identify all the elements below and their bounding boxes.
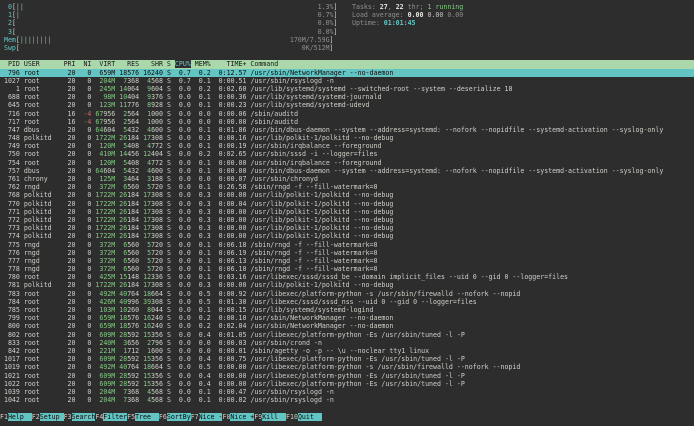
- fn-label-search[interactable]: Search: [72, 413, 96, 421]
- meter-column: 0[|| 1.3%] 1[| 0.7%] 2[: [0, 3, 338, 52]
- cpu-meter-2: 2[ 0.0%]: [0, 19, 338, 27]
- fn-label-nice-[interactable]: Nice -: [199, 413, 223, 421]
- tasks-count: 27: [380, 3, 388, 11]
- summary-column: Tasks: 27, 22 thr; 1 running Load averag…: [352, 3, 463, 28]
- process-row[interactable]: 785 root 20 0 103M 10260 8044 S 0.0 0.1 …: [0, 306, 694, 314]
- process-row[interactable]: 762 rngd 20 0 372M 6560 5720 S 0.0 0.1 0…: [0, 183, 694, 191]
- column-header-ni[interactable]: NI: [79, 60, 91, 68]
- fn-key-f3[interactable]: F3: [64, 413, 72, 421]
- fn-key-f9[interactable]: F9: [254, 413, 262, 421]
- process-row[interactable]: 802 root 20 0 609M 28592 15356 S 0.0 0.4…: [0, 331, 694, 339]
- process-row[interactable]: 783 root 20 0 492M 40764 18664 S 0.0 0.5…: [0, 290, 694, 298]
- fn-key-f1[interactable]: F1: [0, 413, 8, 421]
- process-row[interactable]: 717 root 16 -4 67956 2564 1000 S 0.0 0.0…: [0, 118, 694, 126]
- process-row[interactable]: 780 root 20 0 425M 15148 12336 S 0.0 0.1…: [0, 273, 694, 281]
- process-row[interactable]: 748 polkitd 20 0 1722M 26184 17308 S 0.0…: [0, 134, 694, 142]
- memory-meter: Mem[|||||||| 170M/7.59G]: [0, 36, 338, 44]
- process-row[interactable]: 842 root 20 0 221M 1712 1600 S 0.0 0.0 0…: [0, 347, 694, 355]
- fn-label-sortby[interactable]: SortBy: [167, 413, 191, 421]
- process-row[interactable]: 1017 root 20 0 609M 28592 15356 S 0.0 0.…: [0, 355, 694, 363]
- process-row[interactable]: 771 polkitd 20 0 1722M 26184 17308 S 0.0…: [0, 208, 694, 216]
- function-key-bar: F1Help F2Setup F3SearchF4FilterF5Tree F6…: [0, 413, 322, 421]
- swap-meter: Swp[ 0K/512M]: [0, 44, 338, 52]
- process-row[interactable]: 749 root 20 0 120M 5408 4772 S 0.0 0.1 0…: [0, 142, 694, 150]
- fn-label-nice+[interactable]: Nice +: [230, 413, 254, 421]
- process-row[interactable]: 1039 root 20 0 204M 7368 4568 S 0.0 0.1 …: [0, 388, 694, 396]
- uptime: Uptime: 01:01:45: [352, 19, 463, 27]
- process-row[interactable]: 1019 root 20 0 492M 40764 18664 S 0.0 0.…: [0, 363, 694, 371]
- fn-label-quit[interactable]: Quit: [298, 413, 322, 421]
- column-header-user[interactable]: USER: [24, 60, 60, 68]
- fn-label-help[interactable]: Help: [8, 413, 32, 421]
- column-header-cpu[interactable]: CPU%: [175, 60, 191, 68]
- fn-label-filter[interactable]: Filter: [103, 413, 127, 421]
- fn-key-f10[interactable]: F10: [286, 413, 298, 421]
- process-row[interactable]: 776 rngd 20 0 372M 6560 5720 S 0.0 0.1 0…: [0, 249, 694, 257]
- fn-label-tree[interactable]: Tree: [135, 413, 159, 421]
- process-row[interactable]: 777 rngd 20 0 372M 6560 5720 S 0.0 0.1 0…: [0, 257, 694, 265]
- column-header-pid[interactable]: PID: [0, 60, 20, 68]
- fn-key-f5[interactable]: F5: [127, 413, 135, 421]
- process-row[interactable]: 1027 root 20 0 204M 7368 4568 S 0.7 0.1 …: [0, 77, 694, 85]
- table-header: PID USER PRI NI VIRT RES SHR S CPU% MEM%…: [0, 60, 694, 68]
- process-row[interactable]: 750 root 20 0 410M 14456 12404 S 0.0 0.2…: [0, 150, 694, 158]
- column-header-pri[interactable]: PRI: [64, 60, 76, 68]
- process-row[interactable]: 781 polkitd 20 0 1722M 26184 17308 S 0.0…: [0, 281, 694, 289]
- process-row[interactable]: 1042 root 20 0 204M 7368 4568 S 0.0 0.1 …: [0, 396, 694, 404]
- cpu-meter-1: 1[| 0.7%]: [0, 11, 338, 19]
- column-header-time[interactable]: TIME+: [215, 60, 247, 68]
- process-row[interactable]: 774 polkitd 20 0 1722M 26184 17308 S 0.0…: [0, 232, 694, 240]
- tasks-summary: Tasks: 27, 22 thr; 1 running: [352, 3, 463, 11]
- process-row[interactable]: 772 polkitd 20 0 1722M 26184 17308 S 0.0…: [0, 216, 694, 224]
- column-header-mem[interactable]: MEM%: [195, 60, 211, 68]
- htop-terminal: 0[|| 1.3%] 1[| 0.7%] 2[: [0, 0, 694, 426]
- column-header-shr[interactable]: SHR: [143, 60, 163, 68]
- column-header-virt[interactable]: VIRT: [95, 60, 115, 68]
- process-row[interactable]: 768 polkitd 20 0 1722M 26184 17308 S 0.0…: [0, 191, 694, 199]
- process-row[interactable]: 784 root 20 0 426M 40996 39308 S 0.0 0.5…: [0, 298, 694, 306]
- load-average: Load average: 0.00 0.00 0.00: [352, 11, 463, 19]
- uptime-label: Uptime:: [352, 19, 384, 27]
- process-row[interactable]: 778 rngd 20 0 372M 6560 5720 S 0.0 0.1 0…: [0, 265, 694, 273]
- thread-count: 22: [396, 3, 404, 11]
- process-row[interactable]: 833 root 20 0 240M 3656 2796 S 0.0 0.0 0…: [0, 339, 694, 347]
- process-row[interactable]: 716 root 16 -4 67956 2564 1000 S 0.0 0.0…: [0, 110, 694, 118]
- process-row[interactable]: 773 polkitd 20 0 1722M 26184 17308 S 0.0…: [0, 224, 694, 232]
- tasks-label: Tasks:: [352, 3, 380, 11]
- process-row[interactable]: 770 polkitd 20 0 1722M 26184 17308 S 0.0…: [0, 200, 694, 208]
- uptime-value: 01:01:45: [384, 19, 416, 27]
- process-row[interactable]: 799 root 20 0 659M 18576 16240 S 0.0 0.2…: [0, 314, 694, 322]
- process-row[interactable]: 757 dbus 20 0 64604 5432 4600 S 0.0 0.1 …: [0, 167, 694, 175]
- process-table: PID USER PRI NI VIRT RES SHR S CPU% MEM%…: [0, 60, 694, 404]
- fn-key-f6[interactable]: F6: [159, 413, 167, 421]
- process-row[interactable]: 1021 root 20 0 609M 28592 15356 S 0.0 0.…: [0, 372, 694, 380]
- process-row[interactable]: 1022 root 20 0 609M 28592 15356 S 0.0 0.…: [0, 380, 694, 388]
- process-row[interactable]: 761 chrony 20 0 125M 3464 3188 S 0.0 0.0…: [0, 175, 694, 183]
- cpu-meter-3: 3[ 0.0%]: [0, 28, 338, 36]
- fn-label-kill[interactable]: Kill: [262, 413, 286, 421]
- load-label: Load average:: [352, 11, 408, 19]
- process-row[interactable]: 800 root 20 0 659M 18576 16240 S 0.0 0.2…: [0, 322, 694, 330]
- process-row[interactable]: 775 rngd 20 0 372M 6560 5720 S 0.0 0.1 0…: [0, 241, 694, 249]
- fn-key-f2[interactable]: F2: [32, 413, 40, 421]
- process-row[interactable]: 747 dbus 20 0 64604 5432 4600 S 0.0 0.1 …: [0, 126, 694, 134]
- cpu-meter-0: 0[|| 1.3%]: [0, 3, 338, 11]
- fn-key-f7[interactable]: F7: [191, 413, 199, 421]
- process-row[interactable]: 645 root 20 0 123M 11776 8928 S 0.0 0.1 …: [0, 101, 694, 109]
- process-row[interactable]: 754 root 20 0 120M 5408 4772 S 0.0 0.1 0…: [0, 159, 694, 167]
- process-row[interactable]: 1 root 20 0 245M 14064 9604 S 0.0 0.2 0:…: [0, 85, 694, 93]
- process-row[interactable]: 688 root 20 0 98M 10404 9376 S 0.0 0.1 0…: [0, 93, 694, 101]
- column-header-res[interactable]: RES: [119, 60, 139, 68]
- column-header-command[interactable]: Command: [250, 60, 278, 68]
- process-row[interactable]: 796 root 20 0 659M 18576 16240 S 0.7 0.2…: [0, 69, 694, 77]
- fn-label-setup[interactable]: Setup: [40, 413, 64, 421]
